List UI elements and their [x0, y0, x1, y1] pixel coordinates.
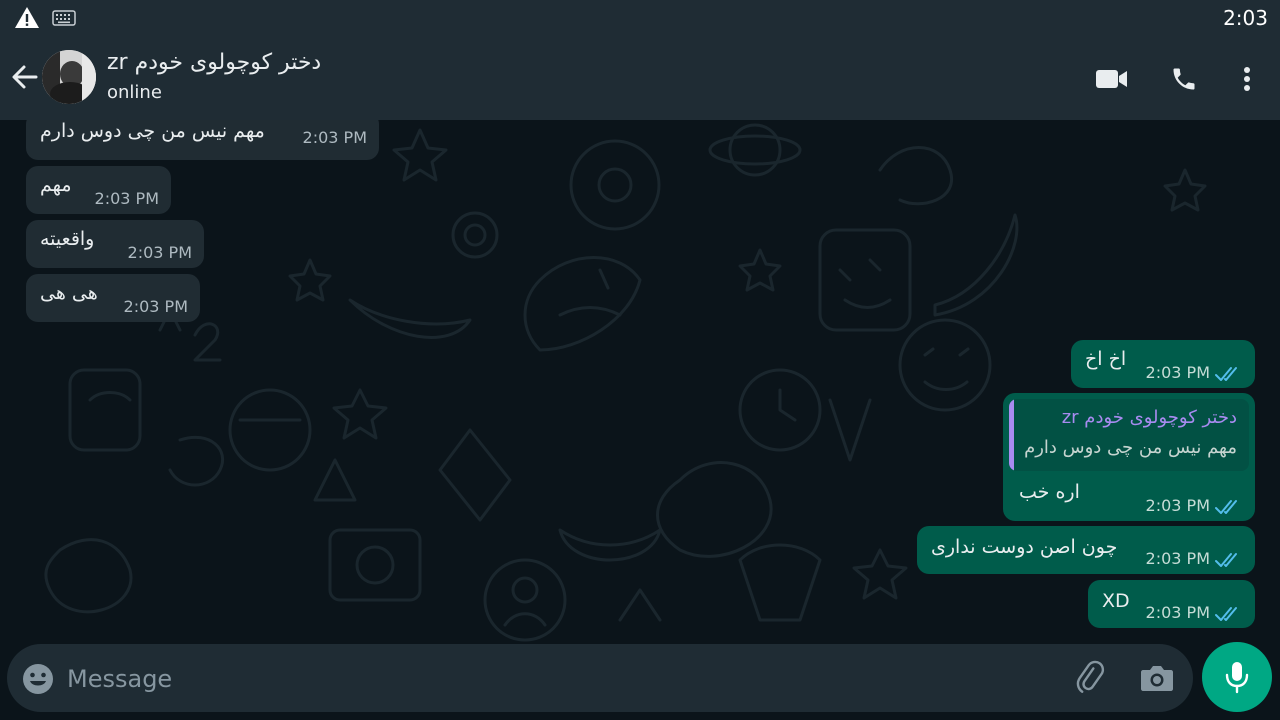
keyboard-icon — [52, 10, 76, 30]
chat-header: zr دختر کوچولوی خودم online — [0, 36, 1280, 120]
contact-status: online — [107, 82, 162, 103]
back-arrow-icon[interactable] — [8, 60, 42, 94]
camera-icon[interactable] — [1139, 661, 1175, 697]
message-time: 2:03 PM — [94, 189, 159, 208]
warning-icon — [14, 6, 40, 34]
message-bubble-incoming[interactable]: واقعیته 2:03 PM — [26, 220, 204, 268]
message-bubble-outgoing[interactable]: XD 2:03 PM — [1088, 580, 1255, 628]
message-time: 2:03 PM — [1145, 603, 1210, 622]
message-time: 2:03 PM — [1145, 363, 1210, 382]
message-text: هی هی — [40, 282, 98, 304]
message-time: 2:03 PM — [1145, 496, 1210, 515]
video-call-icon[interactable] — [1093, 60, 1131, 98]
mic-icon[interactable] — [1202, 642, 1272, 712]
message-bubble-outgoing-reply[interactable]: zr دختر کوچولوی خودم مهم نیس من چی دوس د… — [1003, 393, 1255, 521]
quote-accent-bar — [1009, 399, 1014, 471]
emoji-icon[interactable] — [21, 662, 55, 696]
message-text: مهم — [40, 174, 72, 196]
double-check-icon — [1215, 498, 1241, 520]
message-text: واقعیته — [40, 228, 95, 250]
double-check-icon — [1215, 551, 1241, 573]
quoted-text: مهم نیس من چی دوس دارم — [1024, 437, 1237, 458]
message-bubble-outgoing[interactable]: اخ اخ 2:03 PM — [1071, 340, 1255, 388]
message-time: 2:03 PM — [127, 243, 192, 262]
message-text: چون اصن دوست نداری — [931, 536, 1118, 558]
attach-icon[interactable] — [1073, 660, 1109, 696]
status-bar-clock: 2:03 — [1223, 6, 1268, 30]
voice-call-icon[interactable] — [1165, 60, 1203, 98]
contact-avatar[interactable] — [42, 50, 96, 104]
message-bubble-incoming[interactable]: هی هی 2:03 PM — [26, 274, 200, 322]
message-text: XD — [1102, 590, 1130, 612]
quoted-sender: zr دختر کوچولوی خودم — [1061, 407, 1237, 428]
double-check-icon — [1215, 605, 1241, 627]
message-composer — [7, 644, 1193, 712]
message-input[interactable] — [65, 656, 1049, 702]
message-time: 2:03 PM — [302, 128, 367, 147]
message-text: مهم نیس من چی دوس دارم — [40, 120, 265, 142]
chat-area[interactable]: مهم نیس من چی دوس دارم 2:03 PM مهم 2:03 … — [0, 120, 1280, 642]
contact-info[interactable]: zr دختر کوچولوی خودم online — [107, 48, 321, 106]
quoted-message[interactable]: zr دختر کوچولوی خودم مهم نیس من چی دوس د… — [1009, 399, 1249, 471]
status-bar: 2:03 — [0, 0, 1280, 36]
message-text: اره خب — [1019, 481, 1080, 503]
message-bubble-incoming[interactable]: مهم نیس من چی دوس دارم 2:03 PM — [26, 120, 379, 160]
more-options-icon[interactable] — [1228, 60, 1266, 98]
message-text: اخ اخ — [1085, 348, 1127, 370]
message-bubble-incoming[interactable]: مهم 2:03 PM — [26, 166, 171, 214]
message-bubble-outgoing[interactable]: چون اصن دوست نداری 2:03 PM — [917, 526, 1255, 574]
contact-name: zr دختر کوچولوی خودم — [107, 50, 322, 75]
double-check-icon — [1215, 365, 1241, 387]
message-time: 2:03 PM — [123, 297, 188, 316]
message-time: 2:03 PM — [1145, 549, 1210, 568]
